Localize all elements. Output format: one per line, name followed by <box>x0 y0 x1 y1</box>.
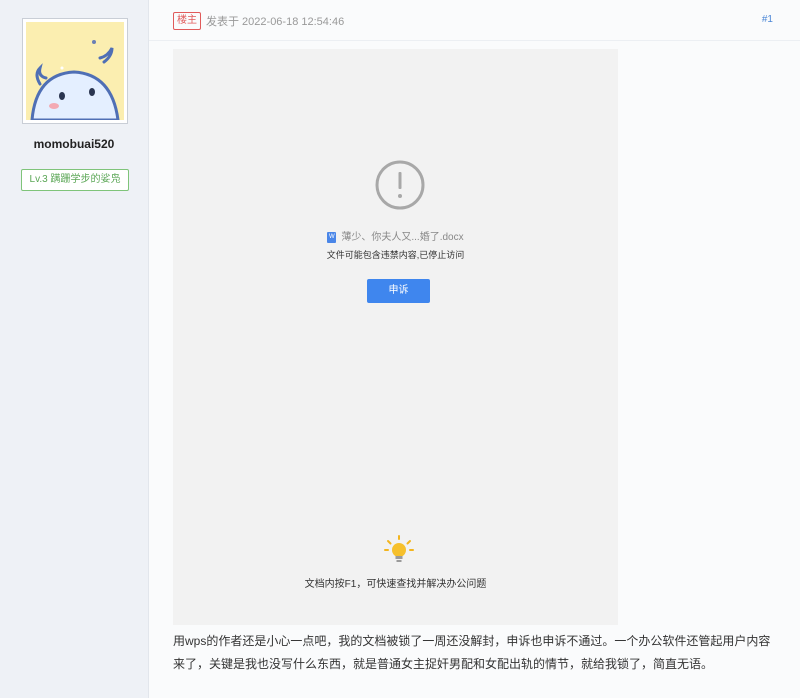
f1-tip: 文档内按F1，可快速查找并解决办公问题 <box>304 579 487 590</box>
post-timestamp: 发表于 2022-06-18 12:54:46 <box>206 16 345 28</box>
file-name-row: W 薄少、你夫人又...婚了.docx <box>173 228 618 243</box>
avatar[interactable] <box>22 18 128 124</box>
blocked-message: 文件可能包含违禁内容,已停止访问 <box>326 250 465 260</box>
lightbulb-icon <box>384 535 414 562</box>
file-name: 薄少、你夫人又...婚了.docx <box>341 232 464 243</box>
username[interactable]: momobuai520 <box>0 137 148 151</box>
post-main: 楼主 发表于 2022-06-18 12:54:46 #1 W 薄少、你夫人又..… <box>149 0 800 698</box>
appeal-button[interactable]: 申诉 <box>367 279 430 303</box>
embedded-screenshot[interactable]: W 薄少、你夫人又...婚了.docx 文件可能包含违禁内容,已停止访问 申诉 文… <box>173 49 618 625</box>
post-body-text: 用wps的作者还是小心一点吧，我的文档被锁了一周还没解封，申诉也申诉不通过。一个… <box>173 634 771 671</box>
avatar-image <box>26 22 124 120</box>
warning-icon <box>375 160 425 210</box>
doc-icon: W <box>327 231 337 243</box>
floor-link[interactable]: #1 <box>762 14 773 25</box>
post-header: 楼主 发表于 2022-06-18 12:54:46 #1 <box>149 0 800 41</box>
op-badge: 楼主 <box>173 12 201 30</box>
author-sidebar: momobuai520 Lv.3 蹒跚学步的娑凫 <box>0 0 149 698</box>
user-level-badge: Lv.3 蹒跚学步的娑凫 <box>21 169 129 191</box>
